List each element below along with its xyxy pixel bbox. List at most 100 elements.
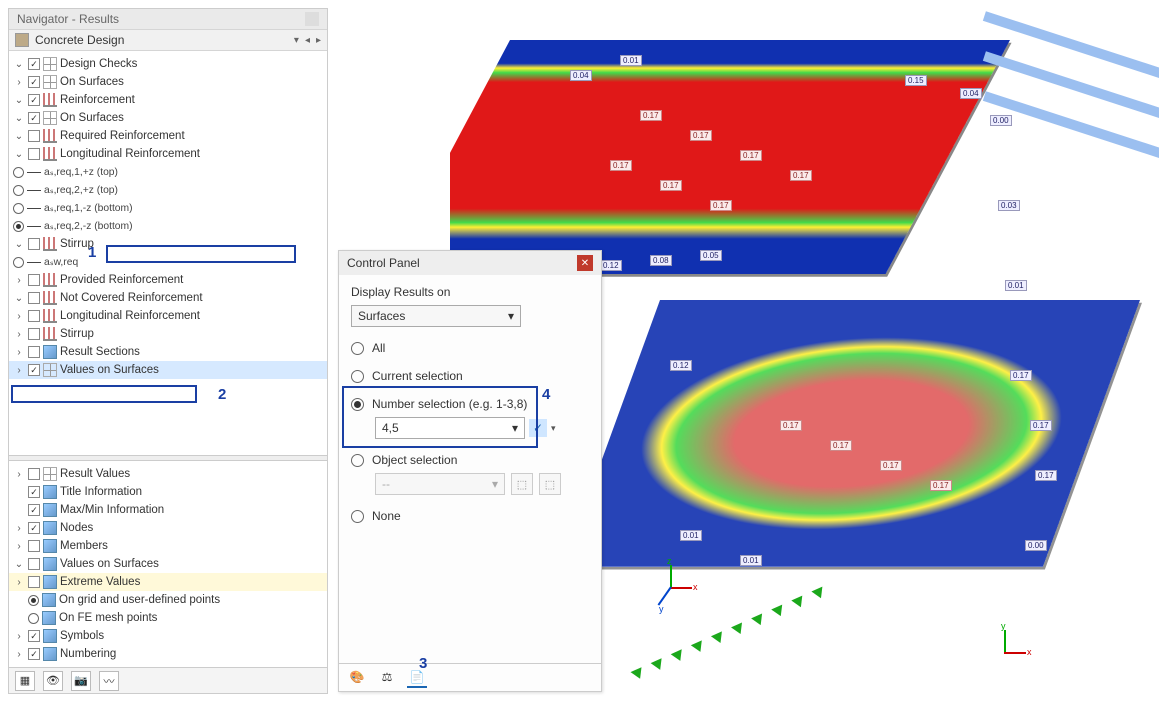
tree-item[interactable]: Members <box>60 540 108 552</box>
radio[interactable] <box>13 203 24 214</box>
tree-item[interactable]: aₛ,req,1,+z (top) <box>44 166 118 178</box>
tree-item[interactable]: Longitudinal Reinforcement <box>60 148 200 160</box>
checkbox[interactable] <box>28 522 40 534</box>
navigator-title-bar[interactable]: Navigator - Results <box>9 9 327 30</box>
checkbox[interactable] <box>28 576 40 588</box>
checkbox[interactable] <box>28 346 40 358</box>
radio[interactable] <box>28 613 39 624</box>
tree-item[interactable]: Longitudinal Reinforcement <box>60 310 200 322</box>
expander-icon[interactable]: › <box>13 347 25 358</box>
close-icon[interactable] <box>305 12 319 26</box>
radio[interactable] <box>351 398 364 411</box>
tree-item[interactable]: Symbols <box>60 630 104 642</box>
checkbox[interactable] <box>28 648 40 660</box>
expander-icon[interactable]: › <box>13 329 25 340</box>
tree-item[interactable]: Not Covered Reinforcement <box>60 292 203 304</box>
opt-object[interactable]: Object selection <box>351 453 589 467</box>
tree-item[interactable]: Title Information <box>60 486 142 498</box>
expander-icon[interactable]: › <box>13 523 25 534</box>
confirm-button[interactable]: ✓ <box>529 419 547 437</box>
checkbox[interactable] <box>28 468 40 480</box>
checkbox[interactable] <box>28 76 40 88</box>
opt-none[interactable]: None <box>351 509 589 523</box>
checkbox[interactable] <box>28 274 40 286</box>
expander-icon[interactable]: › <box>13 469 25 480</box>
checkbox[interactable] <box>28 558 40 570</box>
checkbox[interactable] <box>28 504 40 516</box>
toolbar-btn-2[interactable]: 👁 <box>43 671 63 691</box>
checkbox[interactable] <box>28 310 40 322</box>
tab-scales[interactable]: ⚖ <box>377 668 397 688</box>
tree-item[interactable]: Provided Reinforcement <box>60 274 183 286</box>
tree-item[interactable]: Values on Surfaces <box>60 558 159 570</box>
close-icon[interactable]: ✕ <box>577 255 593 271</box>
tree-item[interactable]: aₛ,req,1,-z (bottom) <box>44 202 133 214</box>
number-selection-input[interactable]: 4,5 ▾ <box>375 417 525 439</box>
expander-icon[interactable]: › <box>13 541 25 552</box>
expander-icon[interactable]: ⌄ <box>13 239 25 250</box>
checkbox[interactable] <box>28 292 40 304</box>
checkbox[interactable] <box>28 486 40 498</box>
expander-icon[interactable]: ⌄ <box>13 293 25 304</box>
tree-item-extreme[interactable]: Extreme Values <box>60 576 140 588</box>
tree-item[interactable]: Result Values <box>60 468 130 480</box>
expander-icon[interactable]: ⌄ <box>13 149 25 160</box>
radio[interactable] <box>351 510 364 523</box>
pick-button-1[interactable]: ⬚ <box>511 473 533 495</box>
tree-item[interactable]: Numbering <box>60 648 116 660</box>
display-on-combo[interactable]: Surfaces ▾ <box>351 305 521 327</box>
radio[interactable] <box>13 185 24 196</box>
control-panel-title-bar[interactable]: Control Panel ✕ <box>339 251 601 275</box>
expander-icon[interactable]: › <box>13 77 25 88</box>
checkbox[interactable] <box>28 94 40 106</box>
radio[interactable] <box>13 167 24 178</box>
radio[interactable] <box>13 221 24 232</box>
tree-item[interactable]: On Surfaces <box>60 76 124 88</box>
tree-item[interactable]: aₛ,req,2,+z (top) <box>44 184 118 196</box>
expander-icon[interactable]: ⌄ <box>13 113 25 124</box>
pick-button-2[interactable]: ⬚ <box>539 473 561 495</box>
checkbox[interactable] <box>28 328 40 340</box>
expander-icon[interactable]: › <box>13 311 25 322</box>
tree-item[interactable]: Reinforcement <box>60 94 135 106</box>
expander-icon[interactable]: › <box>13 577 25 588</box>
results-tree[interactable]: ⌄ Design Checks › On Surfaces ⌄ Reinforceme… <box>9 51 327 455</box>
expander-icon[interactable]: › <box>13 275 25 286</box>
checkbox[interactable] <box>28 148 40 160</box>
tab-colors[interactable]: 🎨 <box>347 668 367 688</box>
opt-number[interactable]: Number selection (e.g. 1-3,8) <box>351 397 589 411</box>
checkbox[interactable] <box>28 58 40 70</box>
surface-bottom[interactable] <box>563 300 1140 567</box>
tree-item[interactable]: Result Sections <box>60 346 140 358</box>
checkbox[interactable] <box>28 540 40 552</box>
radio[interactable] <box>13 257 24 268</box>
tree-item-values-on-surfaces[interactable]: Values on Surfaces <box>60 364 159 376</box>
expander-icon[interactable]: ⌄ <box>13 59 25 70</box>
expander-icon[interactable]: ⌄ <box>13 95 25 106</box>
tree-item[interactable]: Required Reinforcement <box>60 130 185 142</box>
checkbox[interactable] <box>28 112 40 124</box>
design-module-combo[interactable]: Concrete Design ▾ ◂ ▸ <box>9 30 327 51</box>
chevron-down-icon[interactable]: ▾ <box>294 35 299 46</box>
radio[interactable] <box>351 454 364 467</box>
expander-icon[interactable]: › <box>13 365 25 376</box>
expander-icon[interactable]: ⌄ <box>13 131 25 142</box>
expander-icon[interactable]: › <box>13 649 25 660</box>
opt-all[interactable]: All <box>351 341 589 355</box>
tree-item[interactable]: On Surfaces <box>60 112 124 124</box>
chevron-down-icon[interactable]: ▾ <box>512 421 518 435</box>
tree-item[interactable]: Nodes <box>60 522 93 534</box>
radio[interactable] <box>351 370 364 383</box>
next-icon[interactable]: ▸ <box>316 35 321 46</box>
prev-icon[interactable]: ◂ <box>305 35 310 46</box>
tree-item[interactable]: On grid and user-defined points <box>59 594 220 606</box>
tree-item[interactable]: Design Checks <box>60 58 137 70</box>
tree-item[interactable]: Max/Min Information <box>60 504 164 516</box>
tree-item[interactable]: Stirrup <box>60 328 94 340</box>
checkbox[interactable] <box>28 238 40 250</box>
dropdown-icon[interactable]: ▾ <box>551 423 556 434</box>
tree-item-selected[interactable]: aₛ,req,2,-z (bottom) <box>44 220 133 232</box>
radio[interactable] <box>351 342 364 355</box>
display-options-tree[interactable]: ›Result Values ·Title Information ·Max/M… <box>9 461 327 667</box>
toolbar-btn-1[interactable]: ▦ <box>15 671 35 691</box>
